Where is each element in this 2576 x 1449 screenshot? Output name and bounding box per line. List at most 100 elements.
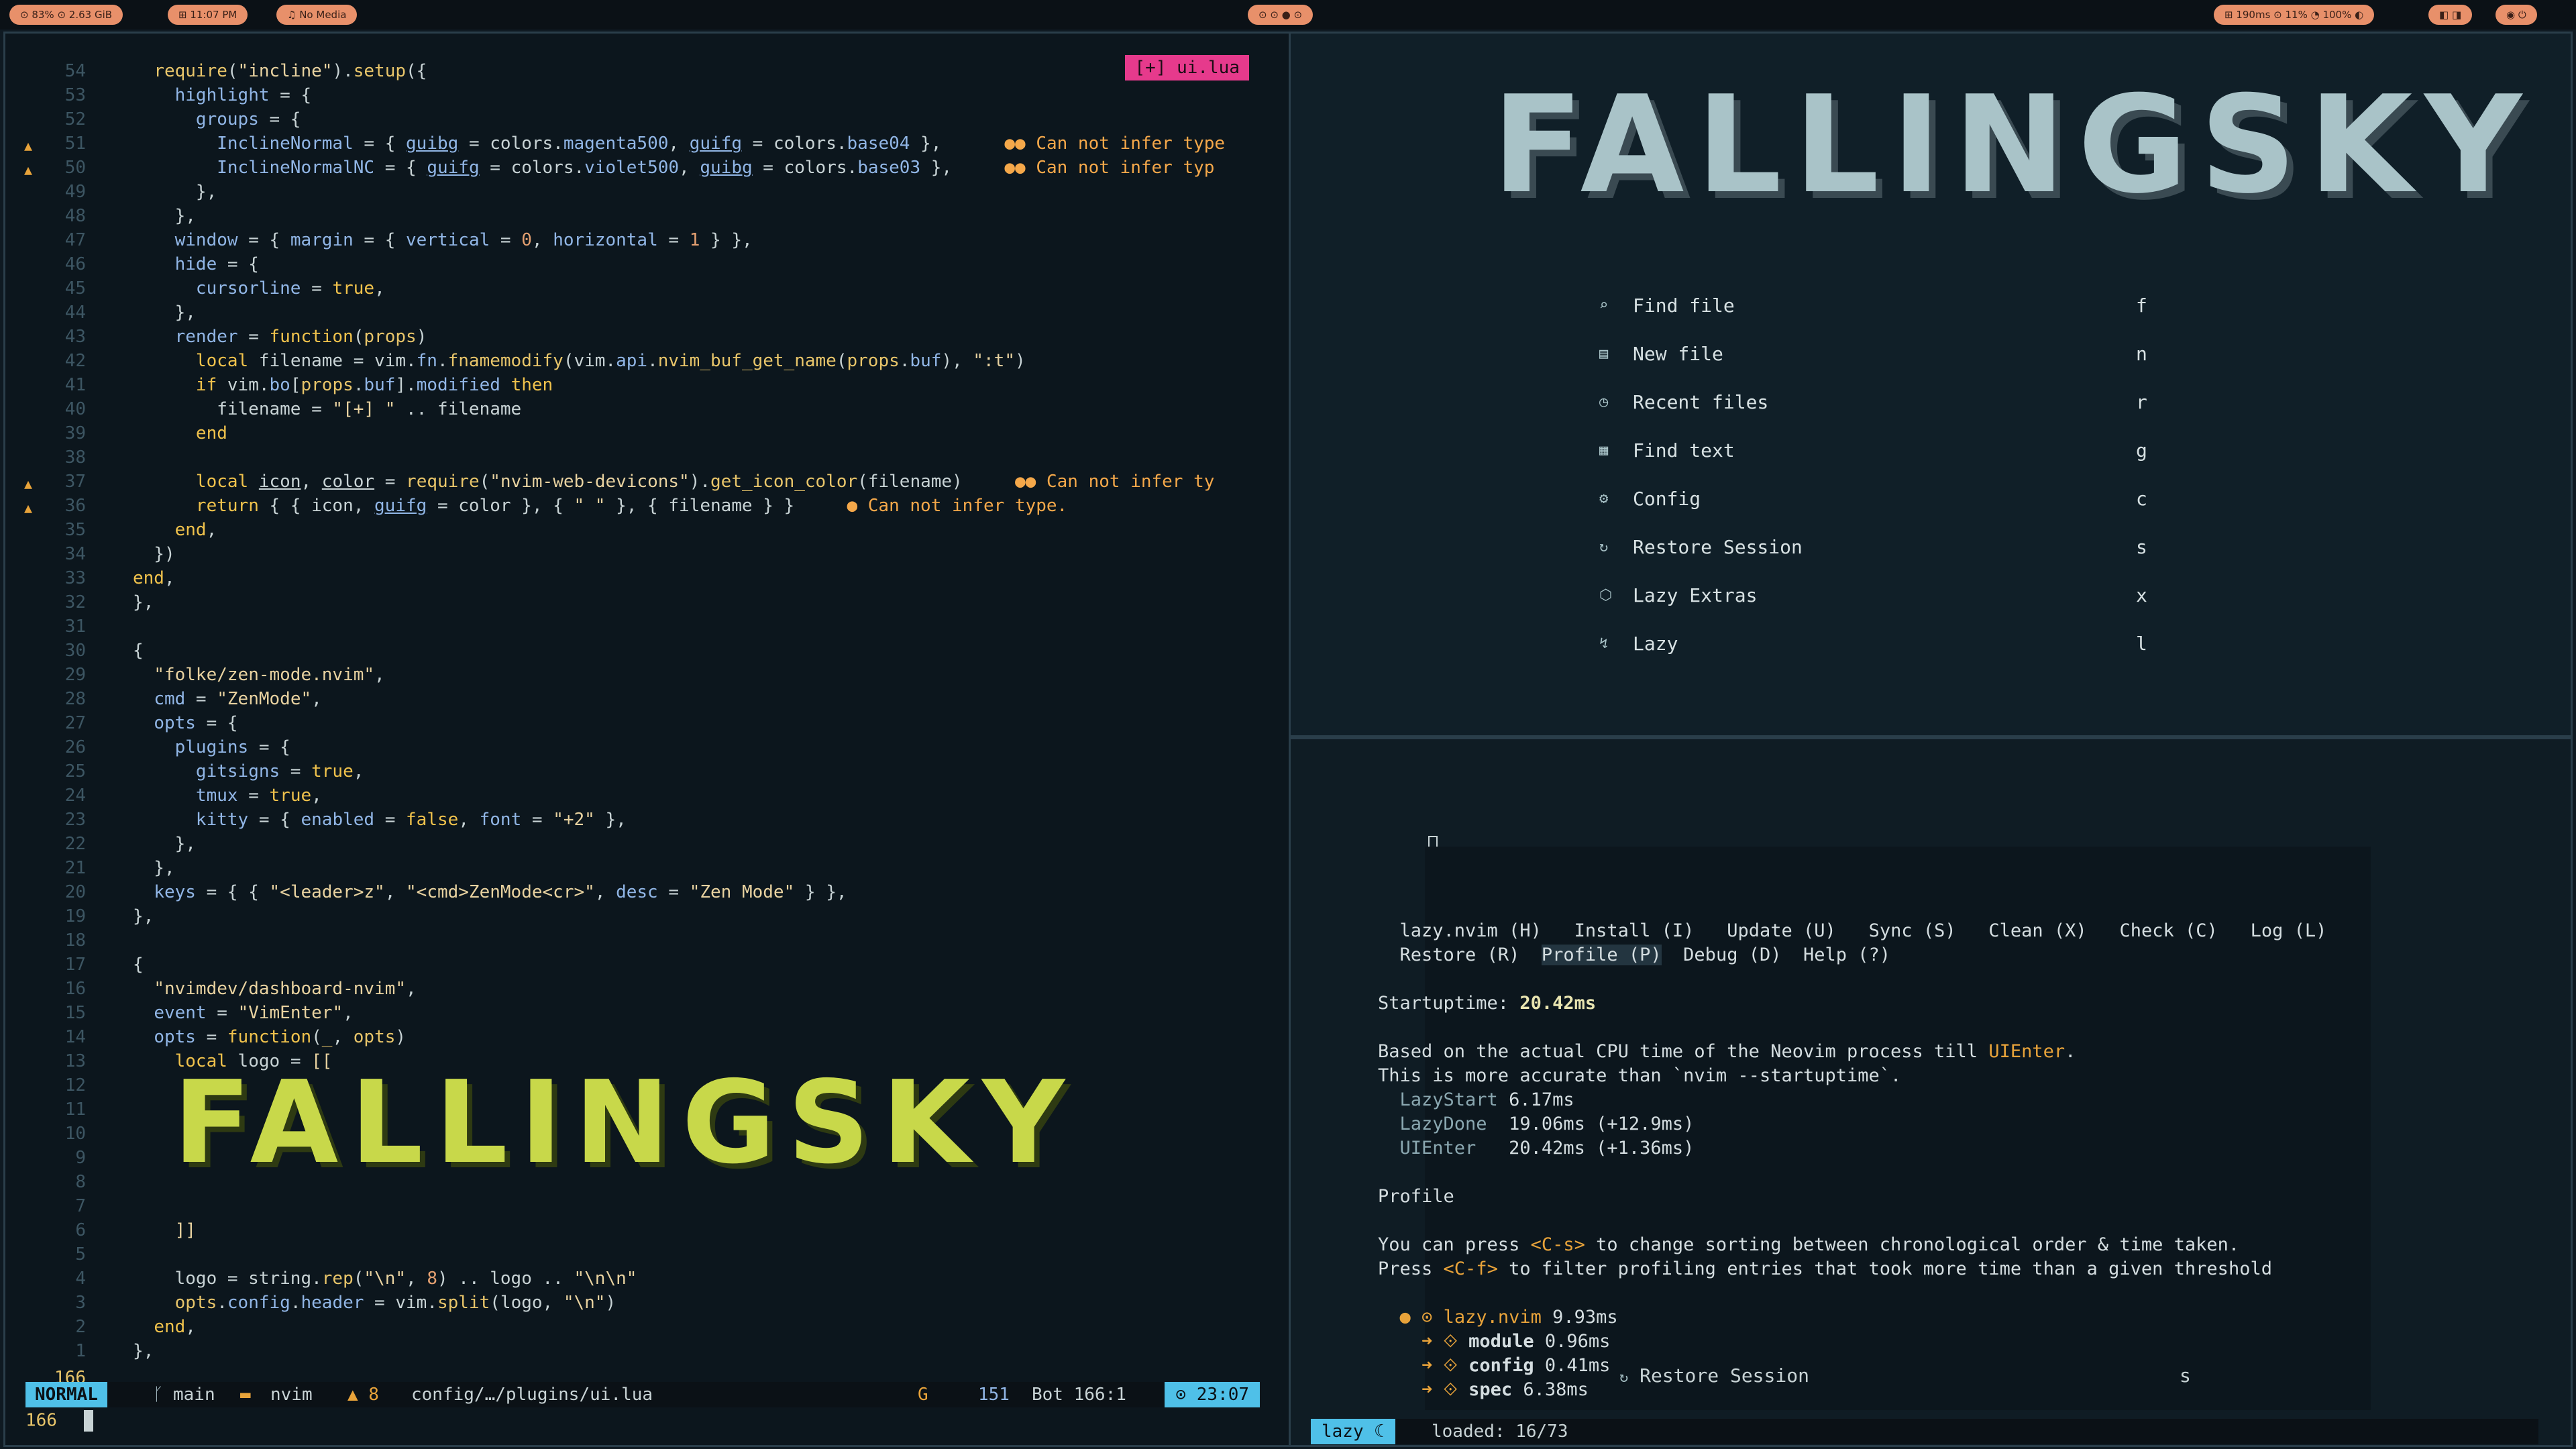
line-number: 52 [64,109,86,129]
line-number: 36 [64,496,86,516]
code-line: }, [133,834,196,854]
warning-icon: ▲ [24,476,33,492]
tab-clean[interactable]: Clean (X) [1988,920,2086,941]
restore-icon: ↻ [1619,1369,1629,1386]
line-number: 53 [64,85,86,105]
line-number: 38 [64,447,86,468]
line-number: 51 [64,133,86,154]
line-number: 44 [64,303,86,323]
tab-install[interactable]: Install (I) [1574,920,1695,941]
line-number: 22 [64,834,86,854]
code-line: InclineNormalNC = { guifg = colors.viole… [217,158,1215,178]
line-number: 35 [64,520,86,540]
code-line: end [195,423,227,443]
code-line: InclineNormal = { guibg = colors.magenta… [217,133,1226,154]
line-number: 8 [75,1172,86,1192]
code-line: event = "VimEnter", [154,1003,354,1023]
line-number: 5 [75,1244,86,1265]
profile-tree-item[interactable]: ➜ ⟐ module 0.96ms [1378,1330,2326,1354]
code-line: opts = function(_, opts) [154,1027,407,1047]
tab-debug[interactable]: Debug (D) [1683,945,1781,965]
tab-check[interactable]: Check (C) [2119,920,2217,941]
tab-restore[interactable]: Restore (R) [1400,945,1520,965]
line-number: 4 [75,1269,86,1289]
code-line: "folke/zen-mode.nvim", [154,665,385,685]
line-count: 151 [978,1385,1010,1405]
code-line: { [133,641,144,661]
code-line: highlight = { [174,85,312,105]
code-line: opts.config.header = vim.split(logo, "\n… [174,1293,616,1313]
dashboard-pane[interactable]: FALLINGSKY ⌕ Find file f ▤ New file n ◷ Recen… [1289,32,2573,737]
line-number: 3 [75,1293,86,1313]
line-number: 7 [75,1196,86,1216]
warning-count[interactable]: ▲ 8 [347,1382,379,1407]
tray-pill[interactable]: ◧ ◨ [2428,5,2473,25]
line-number: 24 [64,786,86,806]
status-pill[interactable]: ⊞ 190ms ⊙ 11% ◔ 100% ◐ [2214,5,2375,25]
stat-line: LazyStart 6.17ms [1399,1089,1574,1110]
tab-lazy-nvim[interactable]: lazy.nvim (H) [1400,920,1542,941]
git-indicator: G [918,1385,928,1405]
profile-tree-item[interactable]: ● ⊙ lazy.nvim 9.93ms [1378,1305,2326,1330]
code-line: kitty = { enabled = false, font = "+2" }… [195,810,627,830]
tab-update[interactable]: Update (U) [1727,920,1836,941]
lazy-pane[interactable]: lazy.nvim (H) Install (I) Update (U) Syn… [1289,737,2573,1447]
description-line: This is more accurate than `nvim --start… [1378,1065,1902,1086]
git-branch[interactable]: main [173,1382,215,1407]
line-number: 13 [64,1051,86,1071]
code-line: }, [133,858,175,878]
line-number: 37 [64,472,86,492]
editor-pane[interactable]: [+] ui.lua 54 53 52 51 50 49 48 47 46 45 44 43 42 41 4… [3,32,1291,1447]
line-number: 32 [64,592,86,612]
line-number: 10 [64,1124,86,1144]
code-line: opts = { [154,713,238,733]
stat-line: UIEnter 20.42ms (+1.36ms) [1399,1138,1695,1159]
code-line: }, [133,206,196,226]
line-number: 18 [64,930,86,951]
tab-help[interactable]: Help (?) [1803,945,1890,965]
restore-icon: ↻ [1599,539,1609,555]
line-number: 21 [64,858,86,878]
stat-line: LazyDone 19.06ms (+12.9ms) [1399,1114,1695,1134]
clock-pill[interactable]: ⊞ 11:07 PM [168,5,248,25]
code-line: end, [174,520,217,540]
line-number: 17 [64,955,86,975]
line-number: 41 [64,375,86,395]
line-number: 19 [64,906,86,926]
workspace-pill[interactable]: ⊙ ⊙ ● ⊙ [1248,5,1313,25]
code-line: end, [154,1317,196,1337]
tab-profile[interactable]: Profile (P) [1541,945,1662,965]
code-line: cmd = "ZenMode", [154,689,322,709]
restore-session-key: s [2180,1364,2191,1387]
line-number: 46 [64,254,86,274]
line-number: 26 [64,737,86,757]
top-bar: ⊙ 83% ⊙ 2.63 GiB ⊞ 11:07 PM ♫ No Media ⊙… [0,0,2576,30]
power-pill[interactable]: ◉ ⏻ [2496,5,2537,25]
system-stats-pill[interactable]: ⊙ 83% ⊙ 2.63 GiB [9,5,123,25]
line-number: 23 [64,810,86,830]
code-line: plugins = { [174,737,290,757]
line-number: 40 [64,399,86,419]
line-number: 15 [64,1003,86,1023]
code-line: }, [133,906,154,926]
code-line: tmux = true, [195,786,322,806]
git-branch-icon: ᚴ [153,1385,164,1405]
profile-heading: Profile [1378,1186,1454,1207]
code-line: }) [133,544,175,564]
cursor [83,1410,93,1432]
clock-icon: ◷ [1599,394,1609,411]
media-pill[interactable]: ♫ No Media [276,5,358,25]
code-line: if vim.bo[props.buf].modified then [195,375,553,395]
tab-log[interactable]: Log (L) [2251,920,2327,941]
file-path: config/…/plugins/ui.lua [411,1385,653,1405]
code-line: local filename = vim.fn.fnamemodify(vim.… [195,351,1026,371]
line-number: 39 [64,423,86,443]
restore-session-item[interactable]: ↻ Restore Session [1619,1364,1809,1387]
code-line: }, [133,182,217,202]
line-number: 27 [64,713,86,733]
tab-sync[interactable]: Sync (S) [1869,920,1956,941]
code-line: end, [133,568,175,588]
code-line: }, [133,303,196,323]
